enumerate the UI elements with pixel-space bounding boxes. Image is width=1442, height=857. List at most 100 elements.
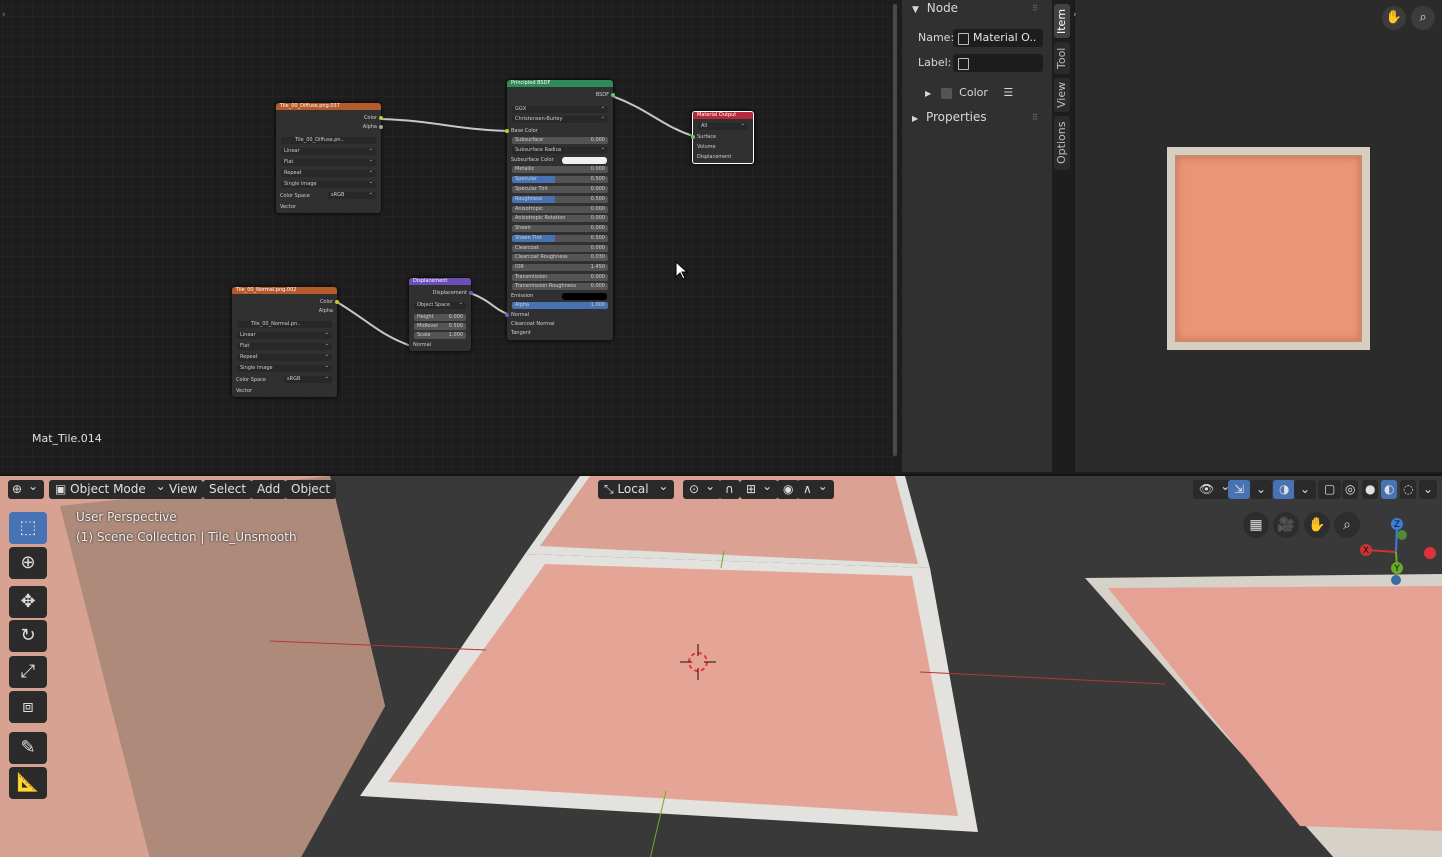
interpolation-dropdown[interactable]: Linear bbox=[281, 148, 376, 155]
subsurface-field[interactable]: Subsurface 0.000 bbox=[512, 137, 608, 144]
menu-add[interactable]: Add bbox=[251, 480, 287, 499]
extension-dropdown[interactable]: Repeat bbox=[281, 170, 376, 177]
interpolation-dropdown[interactable]: Linear bbox=[237, 332, 332, 339]
ior-field[interactable]: IOR 1.450 bbox=[512, 264, 608, 271]
shading-solid[interactable]: ● bbox=[1362, 480, 1379, 499]
projection-dropdown[interactable]: Flat bbox=[237, 343, 332, 350]
roughness-field[interactable]: Roughness 0.500 bbox=[512, 196, 608, 203]
image-selector[interactable]: Tile_00_Normal.pn.. bbox=[237, 321, 332, 328]
shading-dropdown[interactable]: ⌄ bbox=[1419, 480, 1438, 499]
socket[interactable] bbox=[611, 93, 615, 97]
expand-arrow-icon[interactable]: › bbox=[1073, 10, 1077, 20]
distribution-dropdown[interactable]: GGX bbox=[512, 106, 608, 113]
midlevel-field[interactable]: Midlevel 0.500 bbox=[414, 323, 466, 330]
3d-viewport[interactable]: ⊕ ▣ Object Mode View Select Add Object ⤡… bbox=[0, 474, 1442, 857]
clearcoat-field[interactable]: Clearcoat 0.000 bbox=[512, 245, 608, 252]
socket[interactable] bbox=[505, 313, 509, 317]
measure-tool[interactable]: 📐 bbox=[9, 767, 47, 799]
node-principled-bsdf[interactable]: Principled BSDF BSDF GGX Christensen-Bur… bbox=[505, 80, 615, 340]
drag-handle-icon[interactable]: ⠿ bbox=[1032, 113, 1038, 122]
node-displacement[interactable]: Displacement Displacement Object Space H… bbox=[409, 278, 473, 351]
source-dropdown[interactable]: Single Image bbox=[237, 365, 332, 372]
move-tool[interactable]: ✥ bbox=[9, 586, 47, 618]
subsurface-method-dropdown[interactable]: Christensen-Burley bbox=[512, 116, 608, 123]
socket[interactable] bbox=[505, 129, 509, 133]
menu-object[interactable]: Object bbox=[285, 480, 337, 499]
gizmo-toggle[interactable]: ⇲ bbox=[1228, 480, 1251, 499]
transform-orientation-dropdown[interactable]: ⤡ Local bbox=[598, 480, 675, 499]
alpha-field[interactable]: Alpha 1.000 bbox=[512, 302, 608, 309]
snap-toggle[interactable]: ∩ bbox=[719, 480, 740, 499]
xray-toggle[interactable]: ▢ bbox=[1318, 480, 1342, 499]
sheen-tint-field[interactable]: Sheen Tint 0.500 bbox=[512, 235, 608, 242]
specular-field[interactable]: Specular 0.500 bbox=[512, 176, 608, 183]
node-editor[interactable]: › Tile_00_Diffuse.png.037 Color Alpha Ti… bbox=[0, 0, 899, 472]
image-selector[interactable]: Tile_00_Diffuse.pn.. bbox=[281, 137, 376, 144]
menu-view[interactable]: View bbox=[163, 480, 204, 499]
socket[interactable] bbox=[379, 116, 383, 120]
label-field[interactable] bbox=[953, 54, 1043, 72]
transform-tool[interactable]: ⧈ bbox=[9, 691, 47, 723]
pan-view-button[interactable]: ✋ bbox=[1304, 512, 1330, 538]
tab-view[interactable]: View bbox=[1054, 78, 1070, 112]
anisotropic-field[interactable]: Anisotropic 0.000 bbox=[512, 206, 608, 213]
target-dropdown[interactable]: All bbox=[698, 123, 748, 130]
space-dropdown[interactable]: Object Space bbox=[414, 302, 466, 309]
tab-options[interactable]: Options bbox=[1054, 116, 1070, 170]
socket[interactable] bbox=[335, 300, 339, 304]
navigation-gizmo[interactable]: Z X Y bbox=[1356, 512, 1436, 592]
overlays-dropdown[interactable]: ⌄ bbox=[1294, 480, 1317, 499]
cursor-tool[interactable]: ⊕ bbox=[9, 547, 47, 579]
socket[interactable] bbox=[691, 135, 695, 139]
specular-tint-field[interactable]: Specular Tint 0.000 bbox=[512, 186, 608, 193]
transmission-field[interactable]: Transmission 0.000 bbox=[512, 274, 608, 281]
list-icon[interactable]: ☰ bbox=[1003, 86, 1013, 99]
socket[interactable] bbox=[469, 291, 473, 295]
tab-item[interactable]: Item bbox=[1054, 4, 1070, 38]
height-field[interactable]: Height 0.000 bbox=[414, 314, 466, 321]
source-dropdown[interactable]: Single Image bbox=[281, 181, 376, 188]
vertical-scrollbar[interactable] bbox=[893, 4, 897, 456]
image-preview-area[interactable]: › ✋ ⌕ bbox=[1073, 0, 1442, 472]
node-diffuse-image[interactable]: Tile_00_Diffuse.png.037 Color Alpha Tile… bbox=[276, 103, 383, 213]
color-space-dropdown[interactable]: sRGB bbox=[328, 192, 376, 199]
subsurface-radius-dropdown[interactable]: Subsurface Radius bbox=[512, 147, 608, 154]
emission-color-swatch[interactable] bbox=[562, 293, 607, 300]
properties-panel-header[interactable]: ▶ Properties bbox=[912, 110, 987, 124]
name-field[interactable]: Material O.. bbox=[953, 29, 1043, 47]
scale-tool[interactable]: ⤢ bbox=[9, 656, 47, 688]
shading-wireframe[interactable]: ◎ bbox=[1342, 480, 1359, 499]
tab-tool[interactable]: Tool bbox=[1054, 42, 1070, 74]
node-panel-header[interactable]: ▼ Node bbox=[912, 1, 958, 15]
gizmo-dropdown[interactable]: ⌄ bbox=[1250, 480, 1273, 499]
color-space-dropdown[interactable]: sRGB bbox=[284, 376, 332, 383]
select-box-tool[interactable]: ⬚ bbox=[9, 512, 47, 544]
camera-view-button[interactable]: 🎥 bbox=[1273, 512, 1299, 538]
metallic-field[interactable]: Metallic 0.000 bbox=[512, 166, 608, 173]
anisotropic-rotation-field[interactable]: Anisotropic Rotation 0.000 bbox=[512, 215, 608, 222]
subsurface-color-swatch[interactable] bbox=[562, 157, 607, 164]
zoom-icon[interactable]: ⌕ bbox=[1411, 6, 1435, 30]
pivot-dropdown[interactable]: ⊙ bbox=[683, 480, 722, 499]
projection-dropdown[interactable]: Flat bbox=[281, 159, 376, 166]
node-normal-image[interactable]: Tile_00_Normal.png.002 Color Alpha Tile_… bbox=[232, 287, 339, 397]
shading-material[interactable]: ◐ bbox=[1381, 480, 1398, 499]
clearcoat-roughness-field[interactable]: Clearcoat Roughness 0.030 bbox=[512, 254, 608, 261]
drag-handle-icon[interactable]: ⠿ bbox=[1032, 4, 1038, 13]
color-panel-header[interactable]: ▶ Color ☰ bbox=[925, 86, 1013, 99]
node-material-output[interactable]: Material Output All Surface Volume Displ… bbox=[691, 111, 754, 164]
grid-toggle-button[interactable]: ▦ bbox=[1243, 512, 1269, 538]
overlays-toggle[interactable]: ◑ bbox=[1273, 480, 1296, 499]
snap-dropdown[interactable]: ⊞ bbox=[740, 480, 779, 499]
hand-pan-icon[interactable]: ✋ bbox=[1382, 6, 1406, 30]
rotate-tool[interactable]: ↻ bbox=[9, 620, 47, 652]
mode-dropdown[interactable]: ▣ Object Mode bbox=[49, 480, 172, 499]
transmission-roughness-field[interactable]: Transmission Roughness 0.000 bbox=[512, 283, 608, 290]
sheen-field[interactable]: Sheen 0.000 bbox=[512, 225, 608, 232]
extension-dropdown[interactable]: Repeat bbox=[237, 354, 332, 361]
scale-field[interactable]: Scale 1.000 bbox=[414, 332, 466, 339]
color-checkbox[interactable] bbox=[940, 87, 952, 99]
menu-select[interactable]: Select bbox=[203, 480, 253, 499]
shading-rendered[interactable]: ◌ bbox=[1400, 480, 1417, 499]
falloff-dropdown[interactable]: ∧ bbox=[797, 480, 834, 499]
